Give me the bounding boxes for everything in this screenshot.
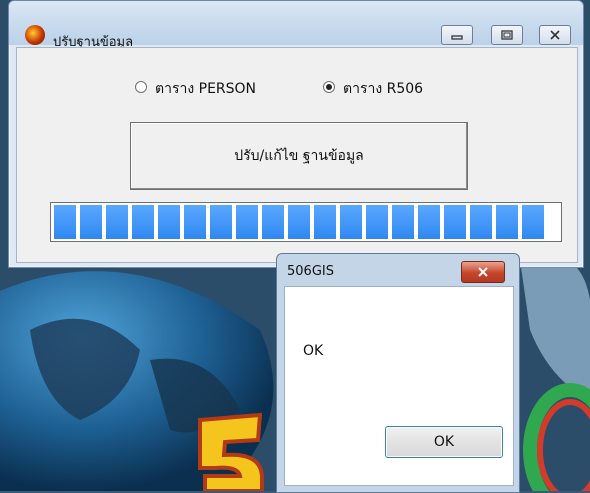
progress-segment [80,205,102,239]
maximize-icon [501,30,513,40]
radio-r506-label[interactable]: ตาราง R506 [343,78,423,100]
message-dialog: 506GIS OK OK [276,253,520,493]
minimize-button[interactable] [441,25,473,45]
progress-segment [54,205,76,239]
dialog-message: OK [303,343,324,359]
progress-segment [236,205,258,239]
radio-person[interactable] [135,81,147,93]
dialog-title: 506GIS [287,264,334,279]
progress-segment [340,205,362,239]
dialog-close-button[interactable] [461,261,505,283]
progress-segment [496,205,518,239]
progress-segment [392,205,414,239]
progress-segment [106,205,128,239]
fix-database-button[interactable]: ปรับ/แก้ไข ฐานข้อมูล [130,122,468,190]
progress-segment [522,205,544,239]
radio-person-label[interactable]: ตาราง PERSON [155,78,256,100]
progress-segment [444,205,466,239]
progress-segment [184,205,206,239]
main-titlebar[interactable]: ปรับฐานข้อมูล [9,1,583,50]
close-icon [478,267,488,277]
progress-segment [314,205,336,239]
minimize-icon [451,35,463,40]
progress-bar [50,202,562,242]
progress-segment [132,205,154,239]
app-logo-icon [25,25,45,45]
close-icon [550,30,560,40]
dialog-ok-button[interactable]: OK [385,426,503,458]
progress-segment [470,205,492,239]
maximize-button[interactable] [491,25,523,45]
progress-segment [158,205,180,239]
progress-segment [366,205,388,239]
dialog-client-area: OK OK [284,286,514,486]
close-button[interactable] [539,25,571,45]
progress-segment [288,205,310,239]
main-window: ปรับฐานข้อมูล ตาราง PERSON ตาราง R506 ปร… [8,0,584,268]
progress-segment [262,205,284,239]
main-client-area: ตาราง PERSON ตาราง R506 ปรับ/แก้ไข ฐานข้… [16,47,578,263]
radio-r506[interactable] [323,81,335,93]
progress-segment [418,205,440,239]
table-selection-group: ตาราง PERSON ตาราง R506 [17,78,577,98]
progress-segment [210,205,232,239]
